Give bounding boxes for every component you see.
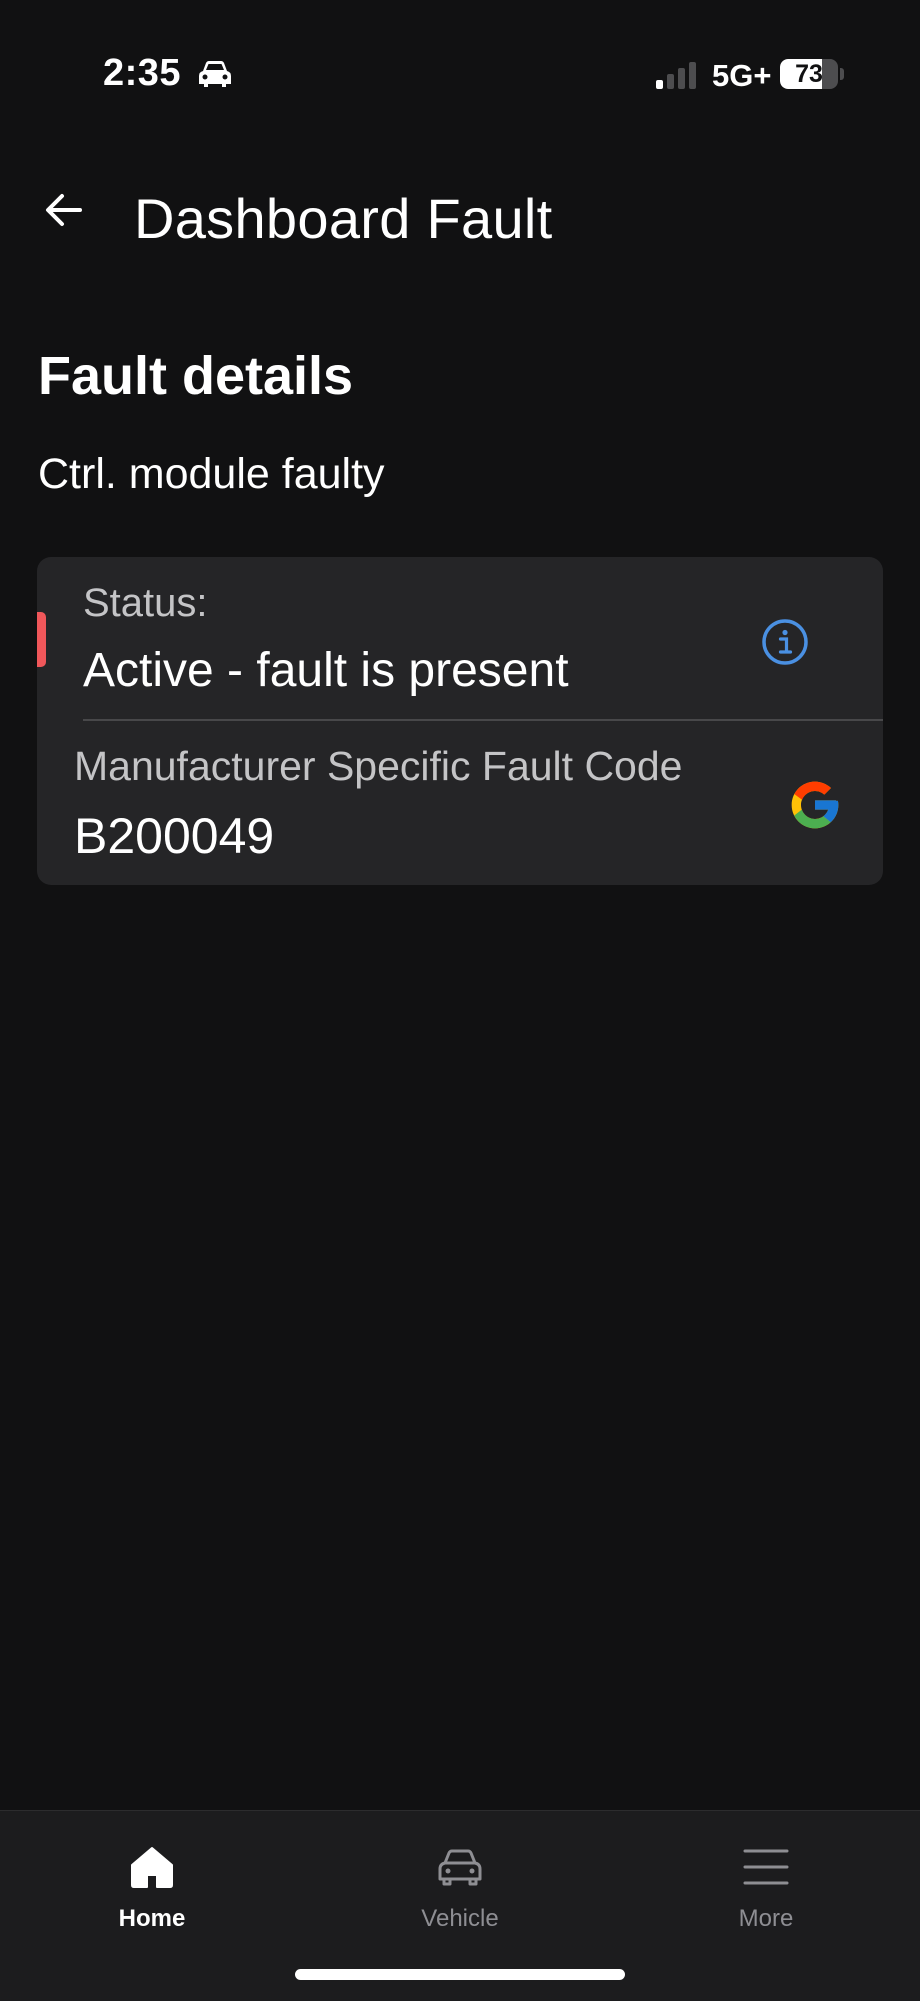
home-indicator	[295, 1969, 625, 1980]
fault-code-label: Manufacturer Specific Fault Code	[74, 743, 683, 789]
nav-label-more: More	[738, 1905, 794, 1932]
status-indicator-bar	[37, 612, 46, 667]
battery-indicator: 73	[780, 59, 838, 89]
home-icon	[128, 1843, 176, 1891]
card-divider	[83, 719, 883, 721]
google-icon	[791, 781, 839, 829]
google-search-button[interactable]	[785, 775, 845, 835]
status-time: 2:35	[103, 52, 182, 94]
cellular-signal-icon	[656, 62, 696, 89]
nav-item-home[interactable]: Home	[52, 1831, 252, 1941]
back-button[interactable]	[32, 178, 96, 242]
status-value: Active - fault is present	[83, 644, 569, 697]
fault-card: Status: Active - fault is present Manufa…	[37, 557, 883, 885]
status-bar: 2:35 5G+ 73	[0, 0, 920, 150]
nav-item-vehicle[interactable]: Vehicle	[360, 1831, 560, 1941]
status-label: Status:	[83, 581, 208, 625]
menu-icon	[742, 1843, 790, 1891]
section-title: Fault details	[38, 346, 354, 406]
car-status-icon	[199, 61, 231, 87]
nav-item-more[interactable]: More	[666, 1831, 866, 1941]
nav-label-home: Home	[118, 1905, 186, 1932]
page-title: Dashboard Fault	[134, 187, 553, 250]
fault-code-value: B200049	[74, 808, 275, 864]
network-type: 5G+	[712, 58, 772, 93]
battery-level: 73	[795, 60, 823, 88]
nav-label-vehicle: Vehicle	[421, 1905, 499, 1932]
car-icon	[436, 1843, 484, 1891]
battery-cap	[840, 68, 844, 80]
info-button[interactable]	[757, 614, 813, 670]
fault-description: Ctrl. module faulty	[38, 450, 385, 498]
arrow-left-icon	[46, 194, 82, 226]
info-circle-icon	[762, 619, 808, 665]
